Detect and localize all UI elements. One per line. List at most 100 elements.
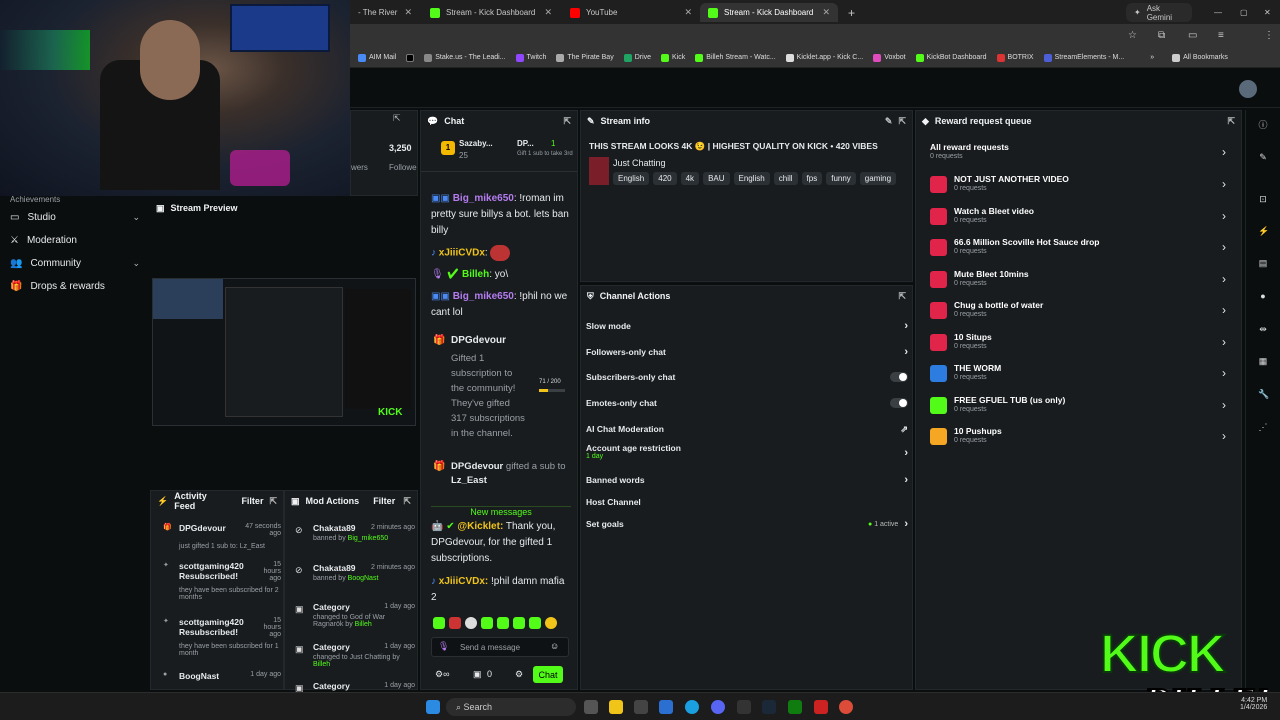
minimize-button[interactable]: —: [1206, 3, 1230, 22]
windows-start-icon[interactable]: [426, 700, 440, 714]
emote-icon[interactable]: [481, 617, 493, 629]
close-icon[interactable]: ✕: [404, 7, 412, 18]
browser-tab-kick-dashboard-active[interactable]: Stream - Kick Dashboard ✕: [700, 3, 838, 22]
bookmark-billeh-stream[interactable]: Billeh Stream - Watc...: [695, 53, 776, 62]
bookmark-botrix[interactable]: BOTRIX: [996, 53, 1034, 62]
store-icon[interactable]: [634, 700, 648, 714]
emote-icon[interactable]: [433, 617, 445, 629]
app-icon[interactable]: [814, 700, 828, 714]
emote-icon[interactable]: [465, 617, 477, 629]
reward-item[interactable]: Mute Bleet 10mins 0 requests ›: [926, 268, 1226, 294]
xbox-icon[interactable]: [788, 700, 802, 714]
popout-icon[interactable]: ⇱: [393, 113, 401, 124]
account-age-row[interactable]: Account age restriction 1 day ›: [586, 443, 908, 469]
all-reward-requests[interactable]: All reward requests 0 requests ›: [926, 141, 1226, 167]
stream-preview-video[interactable]: KICK: [152, 278, 416, 426]
ask-gemini-button[interactable]: ✦ Ask Gemini: [1126, 3, 1192, 22]
popout-icon[interactable]: ⇱: [898, 291, 906, 302]
x-app-icon[interactable]: [737, 700, 751, 714]
chat-input[interactable]: 🎙 Send a message ☺: [431, 637, 569, 657]
settings-icon[interactable]: ⚙: [515, 669, 523, 680]
menu-icon[interactable]: ≡: [1218, 30, 1224, 41]
mod-filter[interactable]: Filter: [373, 496, 395, 506]
sidebar-item-community[interactable]: 👥 Community ⌄: [10, 254, 140, 272]
note-icon[interactable]: ▤: [1258, 258, 1268, 268]
top-gifter-name[interactable]: Sazaby...: [459, 139, 493, 148]
emote-icon[interactable]: [545, 617, 557, 629]
info-icon[interactable]: ⓘ: [1258, 120, 1268, 130]
banned-words-row[interactable]: Banned words ›: [586, 472, 908, 488]
reward-item[interactable]: 66.6 Million Scoville Hot Sauce drop 0 re…: [926, 236, 1226, 262]
chrome-icon[interactable]: [839, 700, 853, 714]
bookmark-kick[interactable]: Kick: [661, 53, 685, 62]
bookmark-piratebay[interactable]: The Pirate Bay: [556, 53, 614, 62]
browser-tab-youtube[interactable]: YouTube ✕: [562, 3, 700, 22]
bookmark-streamelements[interactable]: StreamElements - M...: [1043, 53, 1124, 62]
reward-item[interactable]: Watch a Bleet video 0 requests ›: [926, 205, 1226, 231]
host-channel-row[interactable]: Host Channel: [586, 494, 908, 510]
reward-item[interactable]: 10 Situps 0 requests ›: [926, 331, 1226, 357]
popout-icon[interactable]: ⇱: [1227, 116, 1235, 127]
all-bookmarks[interactable]: All Bookmarks: [1172, 53, 1228, 62]
reward-item[interactable]: NOT JUST ANOTHER VIDEO 0 requests ›: [926, 173, 1226, 199]
reward-item[interactable]: Chug a bottle of water 0 requests ›: [926, 299, 1226, 325]
category-name[interactable]: Just Chatting: [613, 158, 666, 168]
bookmark-aim-mail[interactable]: AIM Mail: [358, 53, 396, 62]
maximize-button[interactable]: ▢: [1232, 3, 1256, 22]
avatar[interactable]: [1239, 80, 1257, 98]
emotes-only-toggle[interactable]: [890, 398, 908, 408]
sidebar-item-studio[interactable]: ▭ Studio ⌄: [10, 208, 140, 226]
close-icon[interactable]: ✕: [544, 7, 552, 18]
bookmark-twitch[interactable]: Twitch: [515, 53, 546, 62]
discord-icon[interactable]: [711, 700, 725, 714]
bookmark-voxbot[interactable]: Voxbot: [873, 53, 906, 62]
bookmark-x[interactable]: [406, 53, 415, 62]
sidebar-item-moderation[interactable]: ⚔ Moderation: [10, 231, 140, 249]
reward-item[interactable]: THE WORM 0 requests ›: [926, 362, 1226, 388]
bookmark-stake[interactable]: Stake.us - The Leadi...: [424, 53, 506, 62]
followers-only-row[interactable]: Followers-only chat ›: [586, 344, 908, 360]
sidebar-item-drops-rewards[interactable]: 🎁 Drops & rewards: [10, 277, 140, 295]
bolt-icon[interactable]: ⚡: [1258, 226, 1269, 236]
share-icon[interactable]: ⋰: [1258, 422, 1268, 432]
chat-bubble-icon[interactable]: ●: [1258, 291, 1268, 301]
popout-icon[interactable]: ⇱: [403, 496, 411, 507]
close-window-button[interactable]: ✕: [1256, 3, 1279, 22]
popout-icon[interactable]: ⇱: [898, 116, 906, 127]
cast-icon[interactable]: ▭: [1188, 30, 1197, 41]
emoji-icon[interactable]: ☺: [550, 641, 559, 651]
file-explorer-icon[interactable]: [609, 700, 623, 714]
new-messages-divider[interactable]: New messages: [431, 506, 571, 517]
link-icon[interactable]: ⚙∞: [435, 669, 449, 680]
new-tab-button[interactable]: +: [840, 3, 856, 22]
edge-icon[interactable]: [685, 700, 699, 714]
outlook-icon[interactable]: [659, 700, 673, 714]
edit-icon[interactable]: ✎: [885, 116, 893, 127]
bookmark-drive[interactable]: Drive: [623, 53, 651, 62]
task-view-icon[interactable]: [584, 700, 598, 714]
bookmark-kickbot[interactable]: KickBot Dashboard: [915, 53, 987, 62]
emote-icon[interactable]: [449, 617, 461, 629]
popout-icon[interactable]: ⇱: [269, 496, 277, 507]
emote-icon[interactable]: [513, 617, 525, 629]
ai-moderation-row[interactable]: AI Chat Moderation ⇗: [586, 421, 908, 437]
set-goals-row[interactable]: Set goals ● 1 active ›: [586, 516, 908, 532]
layout-icon[interactable]: ▦: [1258, 356, 1268, 366]
star-icon[interactable]: ☆: [1128, 30, 1137, 41]
reward-item[interactable]: 10 Pushups 0 requests ›: [926, 425, 1226, 451]
slow-mode-row[interactable]: Slow mode ›: [586, 318, 908, 334]
bookmarks-overflow-icon[interactable]: »: [1150, 54, 1154, 61]
steam-icon[interactable]: [762, 700, 776, 714]
extensions-icon[interactable]: ⧉: [1158, 30, 1165, 41]
arrows-icon[interactable]: ⇹: [1258, 324, 1268, 334]
wrench-icon[interactable]: 🔧: [1258, 389, 1269, 399]
stream-title[interactable]: THIS STREAM LOOKS 4K 😉 | HIGHEST QUALITY…: [589, 141, 909, 152]
close-icon[interactable]: ✕: [684, 7, 692, 18]
send-chat-button[interactable]: Chat: [533, 666, 563, 683]
subscribers-only-toggle[interactable]: [890, 372, 908, 382]
capture-icon[interactable]: ⊡: [1258, 194, 1268, 204]
close-icon[interactable]: ✕: [822, 7, 830, 18]
bookmark-kicklet[interactable]: Kicklet.app - Kick C...: [785, 53, 863, 62]
reward-item[interactable]: FREE GFUEL TUB (us only) 0 requests ›: [926, 394, 1226, 420]
emote-icon[interactable]: [497, 617, 509, 629]
